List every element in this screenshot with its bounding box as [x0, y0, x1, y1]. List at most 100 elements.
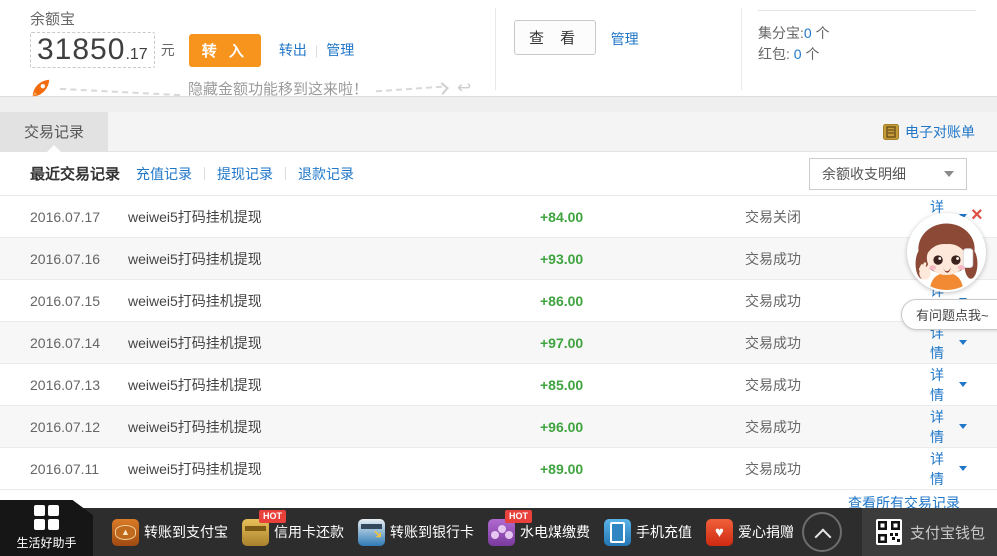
table-row: 2016.07.16 weiwei5打码挂机提现 +93.00 交易成功 详情	[0, 238, 997, 280]
transfer-alipay-icon	[112, 519, 139, 546]
row-status: 交易成功	[745, 375, 930, 395]
row-detail-label: 详情	[930, 365, 954, 405]
toolbar-item[interactable]: HOT 转账到银行卡	[358, 519, 474, 546]
chevron-down-icon	[944, 171, 954, 177]
qr-code-icon	[876, 519, 902, 545]
filter-row: 最近交易记录 充值记录 提现记录 退款记录 余额收支明细	[0, 152, 997, 196]
table-row: 2016.07.14 weiwei5打码挂机提现 +97.00 交易成功 详情	[0, 322, 997, 364]
hongbao-label: 红包:	[758, 46, 790, 62]
hongbao-unit: 个	[805, 46, 819, 62]
record-filter-link[interactable]: 充值记录	[136, 164, 192, 184]
row-detail-link[interactable]: 详情	[930, 449, 967, 489]
toolbar-items: HOT 转账到支付宝 HOT 信用卡还款 HOT 转账到银行卡	[112, 519, 808, 546]
hongbao-value-link[interactable]: 0	[794, 46, 802, 62]
assistant-bubble[interactable]: 有问题点我~	[901, 299, 997, 330]
row-description: weiwei5打码挂机提现	[128, 333, 540, 353]
table-row: 2016.07.11 weiwei5打码挂机提现 +89.00 交易成功 详情	[0, 448, 997, 490]
toolbar-item-label: 信用卡还款	[274, 522, 344, 542]
dropdown-selected-value: 余额收支明细	[822, 164, 906, 184]
record-filter-link[interactable]: 提现记录	[217, 164, 273, 184]
balance-amount[interactable]: 31850 .17	[30, 32, 155, 68]
dashed-line	[376, 86, 442, 93]
row-amount: +97.00	[540, 335, 745, 351]
life-assistant-tab[interactable]: 生活好助手	[0, 500, 93, 556]
jifenbao-label: 集分宝:	[758, 25, 804, 41]
life-assistant-label: 生活好助手	[16, 534, 76, 551]
utility-icon	[488, 519, 515, 546]
balance-decimal: .17	[125, 46, 147, 64]
arrow-head-icon	[436, 82, 449, 95]
statement-icon	[883, 124, 899, 140]
row-description: weiwei5打码挂机提现	[128, 249, 540, 269]
assets-panel: 集分宝:0 个 红包: 0 个	[742, 0, 997, 96]
scroll-up-button[interactable]	[802, 512, 842, 552]
row-detail-label: 详情	[930, 449, 954, 489]
row-amount: +96.00	[540, 419, 745, 435]
hide-amount-hint: 隐藏金额功能移到这来啦！ ↩	[30, 76, 496, 100]
balance-unit: 元	[161, 40, 175, 60]
transfer-in-button[interactable]: 转 入	[189, 34, 261, 67]
row-description: weiwei5打码挂机提现	[128, 375, 540, 395]
view-manage-link[interactable]: 管理	[611, 31, 639, 47]
toolbar-item[interactable]: HOT 信用卡还款	[242, 519, 344, 546]
undo-arrow-icon: ↩	[457, 78, 471, 98]
wallet-label: 支付宝钱包	[910, 522, 985, 543]
row-detail-label: 详情	[930, 407, 954, 447]
row-date: 2016.07.13	[30, 377, 128, 393]
balance-integer: 31850	[37, 33, 125, 67]
apps-grid-icon	[34, 505, 59, 530]
row-amount: +89.00	[540, 461, 745, 477]
row-status: 交易成功	[745, 249, 930, 269]
transaction-table: 2016.07.17 weiwei5打码挂机提现 +84.00 交易关闭 详情 …	[0, 196, 997, 490]
rocket-icon	[30, 77, 52, 99]
view-panel: 查 看 管理	[496, 0, 742, 96]
row-description: weiwei5打码挂机提现	[128, 459, 540, 479]
row-date: 2016.07.11	[30, 461, 128, 477]
toolbar-item-label: 手机充值	[636, 522, 692, 542]
chevron-down-icon	[959, 466, 967, 471]
row-amount: +84.00	[540, 209, 745, 225]
table-row: 2016.07.12 weiwei5打码挂机提现 +96.00 交易成功 详情	[0, 406, 997, 448]
phone-icon	[604, 519, 631, 546]
transfer-out-link[interactable]: 转出	[279, 40, 307, 60]
row-date: 2016.07.12	[30, 419, 128, 435]
view-button[interactable]: 查 看	[514, 20, 596, 55]
row-description: weiwei5打码挂机提现	[128, 291, 540, 311]
toolbar-item[interactable]: ♥ HOT 爱心捐赠	[706, 519, 794, 546]
record-filter-link[interactable]: 退款记录	[298, 164, 354, 184]
row-amount: +93.00	[540, 251, 745, 267]
table-row: 2016.07.13 weiwei5打码挂机提现 +85.00 交易成功 详情	[0, 364, 997, 406]
table-row: 2016.07.15 weiwei5打码挂机提现 +86.00 交易成功 详情	[0, 280, 997, 322]
yuebao-manage-link[interactable]: 管理	[326, 40, 354, 60]
footer-strip: 查看所有交易记录	[0, 490, 997, 508]
row-detail-link[interactable]: 详情	[930, 407, 967, 447]
toolbar-item-label: 转账到支付宝	[144, 522, 228, 542]
toolbar-item[interactable]: HOT 水电煤缴费	[488, 519, 590, 546]
record-type-dropdown[interactable]: 余额收支明细	[809, 158, 967, 190]
jifenbao-unit: 个	[816, 25, 830, 41]
hot-badge: HOT	[505, 510, 532, 523]
row-detail-link[interactable]: 详情	[930, 365, 967, 405]
record-filter-links: 充值记录 提现记录 退款记录	[136, 164, 354, 184]
row-date: 2016.07.14	[30, 335, 128, 351]
yuebao-panel: 余额宝 31850 .17 元 转 入 转出 | 管理 隐藏金额功	[0, 0, 496, 96]
table-row: 2016.07.17 weiwei5打码挂机提现 +84.00 交易关闭 详情	[0, 196, 997, 238]
row-status: 交易成功	[745, 333, 930, 353]
alipay-balance-page: 余额宝 31850 .17 元 转 入 转出 | 管理 隐藏金额功	[0, 0, 997, 556]
divider	[758, 10, 976, 11]
e-statement-link[interactable]: 电子对账单	[883, 122, 975, 142]
divider: |	[315, 43, 318, 58]
alipay-wallet-button[interactable]: 支付宝钱包	[862, 508, 997, 556]
toolbar-item-label: 爱心捐赠	[738, 522, 794, 542]
row-amount: +85.00	[540, 377, 745, 393]
toolbar-item[interactable]: HOT 手机充值	[604, 519, 692, 546]
jifenbao-value-link[interactable]: 0	[804, 25, 812, 41]
tab-transaction-records[interactable]: 交易记录	[0, 112, 108, 152]
row-status: 交易关闭	[745, 207, 930, 227]
recent-records-label: 最近交易记录	[30, 163, 120, 184]
charity-icon: ♥	[706, 519, 733, 546]
customer-service-avatar[interactable]	[907, 213, 986, 292]
toolbar-item[interactable]: HOT 转账到支付宝	[112, 519, 228, 546]
header: 余额宝 31850 .17 元 转 入 转出 | 管理 隐藏金额功	[0, 0, 997, 97]
e-statement-label: 电子对账单	[905, 122, 975, 142]
